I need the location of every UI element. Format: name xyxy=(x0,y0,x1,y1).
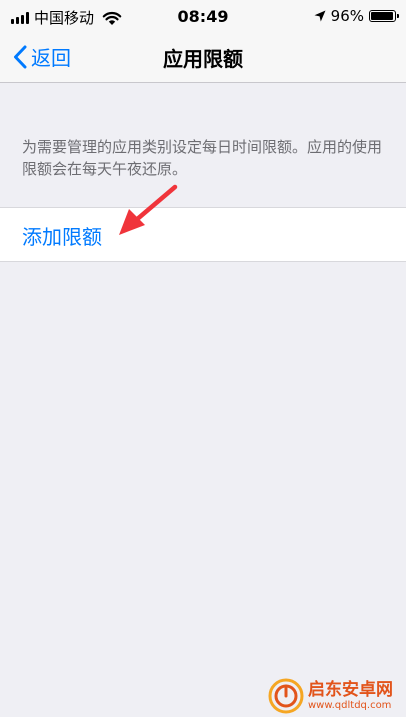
watermark-text: 启东安卓网 www.qdltdq.com xyxy=(308,679,393,711)
navigation-bar: 返回 应用限额 xyxy=(0,34,406,83)
add-limit-cell[interactable]: 添加限额 xyxy=(0,207,406,262)
status-right: 96% xyxy=(314,7,399,25)
watermark-url: www.qdltdq.com xyxy=(308,699,392,711)
section-description: 为需要管理的应用类别设定每日时间限额。应用的使用限额会在每天午夜还原。 xyxy=(22,138,383,178)
page-title: 应用限额 xyxy=(163,47,243,71)
annotation-arrow-icon xyxy=(119,184,178,235)
battery-percent: 96% xyxy=(330,7,364,25)
watermark-name: 启东安卓网 xyxy=(308,679,393,700)
watermark: 启东安卓网 www.qdltdq.com xyxy=(268,678,393,714)
status-bar: 中国移动 08:49 96% xyxy=(0,0,406,34)
watermark-logo-icon xyxy=(268,678,304,714)
add-limit-button[interactable]: 添加限额 xyxy=(22,221,102,250)
battery-fill xyxy=(371,12,394,20)
location-arrow-icon xyxy=(314,10,326,22)
battery-icon xyxy=(369,10,399,22)
